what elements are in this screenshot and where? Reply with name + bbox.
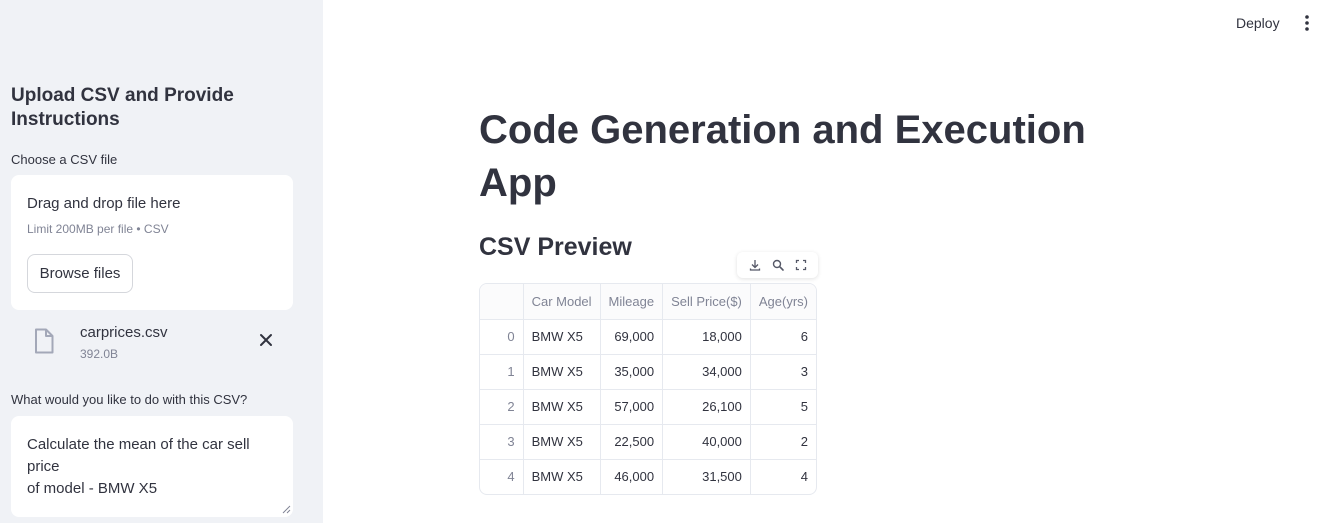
cell-sell-price[interactable]: 40,000 xyxy=(662,424,751,460)
row-index: 3 xyxy=(480,424,524,460)
cell-car-model[interactable]: BMW X5 xyxy=(523,389,601,425)
sidebar: Upload CSV and Provide Instructions Choo… xyxy=(0,0,323,523)
row-index: 4 xyxy=(480,459,524,494)
table-row: 0 BMW X5 69,000 18,000 6 xyxy=(480,319,816,355)
cell-mileage[interactable]: 46,000 xyxy=(600,459,664,494)
dropzone-title: Drag and drop file here xyxy=(27,195,181,212)
column-header-sell-price[interactable]: Sell Price($) xyxy=(662,284,751,320)
fullscreen-icon[interactable] xyxy=(794,258,808,272)
cell-mileage[interactable]: 35,000 xyxy=(600,354,664,390)
file-uploader-label: Choose a CSV file xyxy=(11,152,118,167)
uploaded-file-item: carprices.csv 392.0B xyxy=(11,318,293,368)
column-header-mileage[interactable]: Mileage xyxy=(600,284,664,320)
cell-mileage[interactable]: 22,500 xyxy=(600,424,664,460)
table-toolbar xyxy=(737,252,818,278)
kebab-menu-icon[interactable] xyxy=(1299,13,1315,33)
cell-sell-price[interactable]: 34,000 xyxy=(662,354,751,390)
cell-car-model[interactable]: BMW X5 xyxy=(523,319,601,355)
cell-age[interactable]: 3 xyxy=(750,354,816,390)
page-title: Code Generation and Execution App xyxy=(479,108,1086,205)
column-header-age[interactable]: Age(yrs) xyxy=(750,284,816,320)
cell-car-model[interactable]: BMW X5 xyxy=(523,459,601,494)
file-dropzone[interactable]: Drag and drop file here Limit 200MB per … xyxy=(11,175,293,310)
cell-age[interactable]: 5 xyxy=(750,389,816,425)
row-index: 0 xyxy=(480,319,524,355)
search-icon[interactable] xyxy=(771,258,785,272)
cell-mileage[interactable]: 69,000 xyxy=(600,319,664,355)
cell-car-model[interactable]: BMW X5 xyxy=(523,424,601,460)
uploaded-file-size: 392.0B xyxy=(80,347,119,361)
csv-preview-table[interactable]: Car Model Mileage Sell Price($) Age(yrs)… xyxy=(479,283,817,495)
csv-preview-heading: CSV Preview xyxy=(479,233,632,261)
cell-age[interactable]: 6 xyxy=(750,319,816,355)
cell-mileage[interactable]: 57,000 xyxy=(600,389,664,425)
table-row: 1 BMW X5 35,000 34,000 3 xyxy=(480,354,816,390)
table-row: 3 BMW X5 22,500 40,000 2 xyxy=(480,424,816,460)
cell-sell-price[interactable]: 18,000 xyxy=(662,319,751,355)
uploaded-file-name: carprices.csv xyxy=(80,324,168,341)
cell-sell-price[interactable]: 26,100 xyxy=(662,389,751,425)
sidebar-heading: Upload CSV and Provide Instructions xyxy=(11,85,234,130)
row-index: 2 xyxy=(480,389,524,425)
table-row: 4 BMW X5 46,000 31,500 4 xyxy=(480,459,816,494)
cell-age[interactable]: 4 xyxy=(750,459,816,494)
instruction-label: What would you like to do with this CSV? xyxy=(11,392,248,407)
cell-car-model[interactable]: BMW X5 xyxy=(523,354,601,390)
table-header-row: Car Model Mileage Sell Price($) Age(yrs) xyxy=(480,284,816,320)
file-icon xyxy=(35,328,54,354)
deploy-button[interactable]: Deploy xyxy=(1230,13,1286,33)
cell-age[interactable]: 2 xyxy=(750,424,816,460)
column-header-car-model[interactable]: Car Model xyxy=(523,284,601,320)
dropzone-limit: Limit 200MB per file • CSV xyxy=(27,222,169,236)
cell-sell-price[interactable]: 31,500 xyxy=(662,459,751,494)
remove-file-icon[interactable] xyxy=(256,330,276,350)
row-index: 1 xyxy=(480,354,524,390)
column-header-index[interactable] xyxy=(480,284,524,320)
download-icon[interactable] xyxy=(748,258,762,272)
resize-handle-icon[interactable] xyxy=(282,505,291,514)
browse-files-button[interactable]: Browse files xyxy=(27,254,133,293)
instruction-textarea[interactable]: Calculate the mean of the car sell price… xyxy=(11,416,293,517)
table-row: 2 BMW X5 57,000 26,100 5 xyxy=(480,389,816,425)
